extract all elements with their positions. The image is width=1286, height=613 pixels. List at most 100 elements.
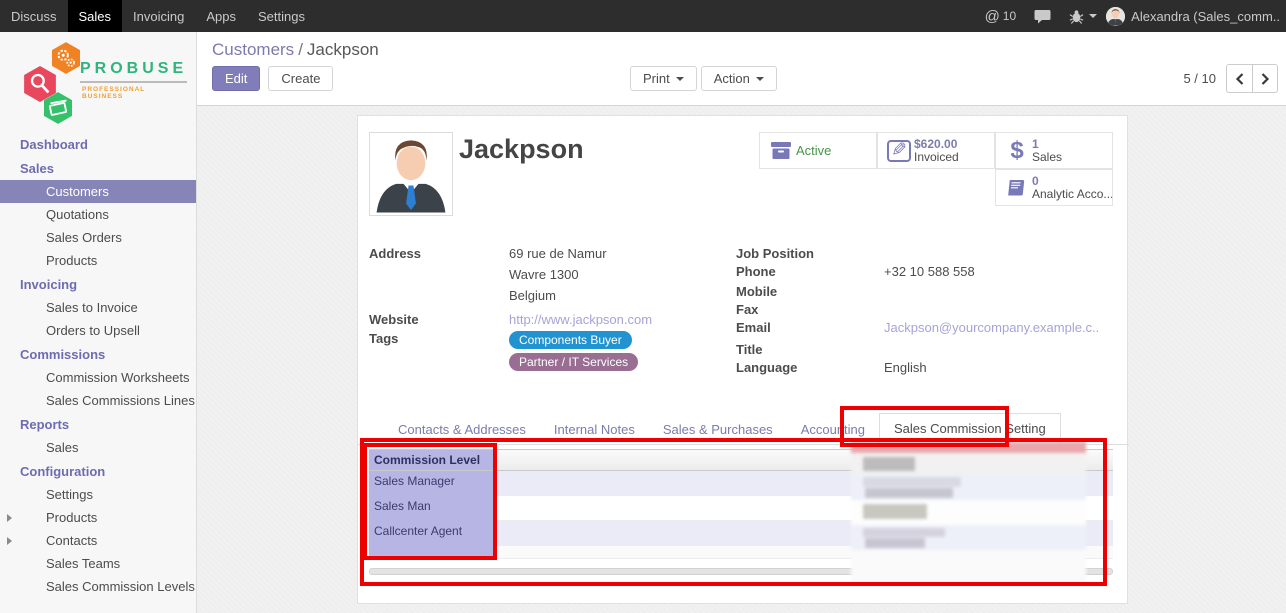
tab-sales-commission-setting[interactable]: Sales Commission Setting: [879, 413, 1061, 445]
edit-button[interactable]: Edit: [212, 66, 260, 91]
left-field-column: Address 69 rue de Namur Wavre 1300 Belgi…: [369, 246, 729, 378]
redacted-values-region: [851, 442, 1086, 584]
tags-value: Components Buyer Partner / IT Services: [509, 331, 729, 375]
sidebar-item-commission-worksheets[interactable]: Commission Worksheets: [0, 366, 196, 389]
fax-value: [884, 302, 1118, 317]
analytic-count: 0: [1032, 174, 1039, 188]
messages-icon[interactable]: [1025, 0, 1060, 32]
sidebar-item-orders-to-upsell[interactable]: Orders to Upsell: [0, 319, 196, 342]
phone-value: +32 10 588 558: [884, 264, 1118, 279]
website-link[interactable]: http://www.jackpson.com: [509, 312, 729, 327]
menu-invoicing[interactable]: Invoicing: [122, 0, 195, 32]
sidebar-item-customers[interactable]: Customers: [0, 180, 196, 203]
sidebar-item-config-contacts[interactable]: Contacts: [0, 529, 196, 552]
logo-title: PROBUSE: [80, 60, 187, 83]
job-position-value: [884, 246, 1118, 261]
commission-level-cell[interactable]: Callcenter Agent: [369, 521, 493, 546]
chevron-down-icon: [676, 77, 684, 81]
active-status-label: Active: [796, 143, 831, 158]
sidebar-section-reports[interactable]: Reports: [0, 412, 196, 436]
language-label: Language: [736, 360, 884, 375]
chevron-left-icon: [1235, 73, 1245, 85]
email-link[interactable]: Jackpson@yourcompany.example.c..: [884, 320, 1118, 335]
action-label: Action: [714, 71, 750, 86]
sales-label: Sales: [1032, 150, 1062, 164]
commission-level-cell[interactable]: Sales Man: [369, 496, 493, 521]
expand-arrow-icon[interactable]: [7, 514, 12, 522]
sidebar-nav: Dashboard Sales Customers Quotations Sal…: [0, 132, 196, 598]
print-label: Print: [643, 71, 670, 86]
logo-hexagon-gears-icon: [52, 42, 80, 74]
sidebar-item-products[interactable]: Products: [0, 249, 196, 272]
mentions-counter[interactable]: @ 10: [976, 0, 1026, 32]
menu-discuss[interactable]: Discuss: [0, 0, 68, 32]
address-value: 69 rue de Namur Wavre 1300 Belgium: [509, 246, 729, 309]
chevron-down-icon: [756, 77, 764, 81]
print-dropdown-button[interactable]: Print: [630, 66, 697, 91]
commission-level-header[interactable]: Commission Level: [369, 450, 493, 470]
commission-level-cell[interactable]: Sales Manager: [369, 471, 493, 496]
sidebar-item-quotations[interactable]: Quotations: [0, 203, 196, 226]
sidebar-item-sales-commission-levels[interactable]: Sales Commission Levels: [0, 575, 196, 598]
menu-sales[interactable]: Sales: [68, 0, 123, 32]
sidebar-item-settings[interactable]: Settings: [0, 483, 196, 506]
email-label: Email: [736, 320, 884, 335]
menu-apps[interactable]: Apps: [195, 0, 247, 32]
sidebar-item-sales-teams[interactable]: Sales Teams: [0, 552, 196, 575]
sidebar-item-config-products[interactable]: Products: [0, 506, 196, 529]
breadcrumb-customers[interactable]: Customers: [212, 40, 294, 59]
sidebar-item-reports-sales[interactable]: Sales: [0, 436, 196, 459]
logo-subtitle: PROFESSIONAL BUSINESS: [82, 86, 182, 100]
mobile-label: Mobile: [736, 284, 884, 299]
at-icon: @: [985, 8, 1000, 25]
stat-buttons: Active ✎ $620.00Invoiced $ 1Sales 0Analy…: [759, 132, 1113, 206]
tab-internal-notes[interactable]: Internal Notes: [540, 415, 649, 445]
expand-arrow-icon[interactable]: [7, 537, 12, 545]
sidebar-item-sales-orders[interactable]: Sales Orders: [0, 226, 196, 249]
tag-partner-it-services[interactable]: Partner / IT Services: [509, 353, 638, 371]
sidebar-section-configuration[interactable]: Configuration: [0, 459, 196, 483]
action-dropdown-button[interactable]: Action: [701, 66, 777, 91]
sidebar: PROBUSE PROFESSIONAL BUSINESS Dashboard …: [0, 32, 197, 613]
tab-contacts-addresses[interactable]: Contacts & Addresses: [384, 415, 540, 445]
chevron-down-icon: [1089, 14, 1097, 18]
active-stat-button[interactable]: Active: [759, 132, 877, 169]
invoiced-stat-button[interactable]: ✎ $620.00Invoiced: [877, 132, 995, 169]
sidebar-item-sales-commissions-lines[interactable]: Sales Commissions Lines: [0, 389, 196, 412]
tag-components-buyer[interactable]: Components Buyer: [509, 331, 632, 349]
app-menu: Discuss Sales Invoicing Apps Settings: [0, 0, 316, 32]
user-avatar[interactable]: [1106, 7, 1125, 26]
create-button[interactable]: Create: [268, 66, 333, 91]
customer-photo[interactable]: [369, 132, 453, 216]
topbar-spacer: [316, 0, 976, 32]
redaction-pink-bar: [851, 442, 1086, 453]
control-panel: Customers/Jackpson Edit Create Print Act…: [197, 32, 1286, 106]
menu-settings[interactable]: Settings: [247, 0, 316, 32]
sales-count: 1: [1032, 137, 1039, 151]
book-icon: [1002, 178, 1032, 198]
page-title: Jackpson: [459, 134, 584, 165]
sales-stat-button[interactable]: $ 1Sales: [995, 132, 1113, 169]
analytic-label: Analytic Acco...: [1032, 187, 1113, 201]
sidebar-item-dashboard[interactable]: Dashboard: [0, 132, 196, 156]
sidebar-section-invoicing[interactable]: Invoicing: [0, 272, 196, 296]
breadcrumb: Customers/Jackpson: [212, 40, 379, 60]
pager-previous-button[interactable]: [1226, 64, 1252, 93]
probuse-logo[interactable]: PROBUSE PROFESSIONAL BUSINESS: [22, 44, 182, 122]
right-field-column: Job Position Phone+32 10 588 558 Mobile …: [736, 246, 1118, 378]
sidebar-item-sales-to-invoice[interactable]: Sales to Invoice: [0, 296, 196, 319]
pager-next-button[interactable]: [1252, 64, 1278, 93]
title-value: [884, 342, 1118, 357]
analytic-accounts-stat-button[interactable]: 0Analytic Acco...: [995, 169, 1113, 206]
sidebar-item-label: Contacts: [46, 533, 97, 548]
sidebar-section-commissions[interactable]: Commissions: [0, 342, 196, 366]
mention-count: 10: [1003, 9, 1016, 23]
logo-hexagon-box-icon: [44, 92, 72, 124]
sidebar-section-sales[interactable]: Sales: [0, 156, 196, 180]
record-sheet: Jackpson Active ✎ $620.00Invoiced $ 1Sal…: [357, 115, 1128, 604]
bug-icon: [1069, 9, 1084, 24]
debug-menu[interactable]: [1060, 0, 1106, 32]
tab-sales-purchases[interactable]: Sales & Purchases: [649, 415, 787, 445]
user-name[interactable]: Alexandra (Sales_comm..: [1131, 9, 1280, 24]
tab-accounting[interactable]: Accounting: [787, 415, 879, 445]
